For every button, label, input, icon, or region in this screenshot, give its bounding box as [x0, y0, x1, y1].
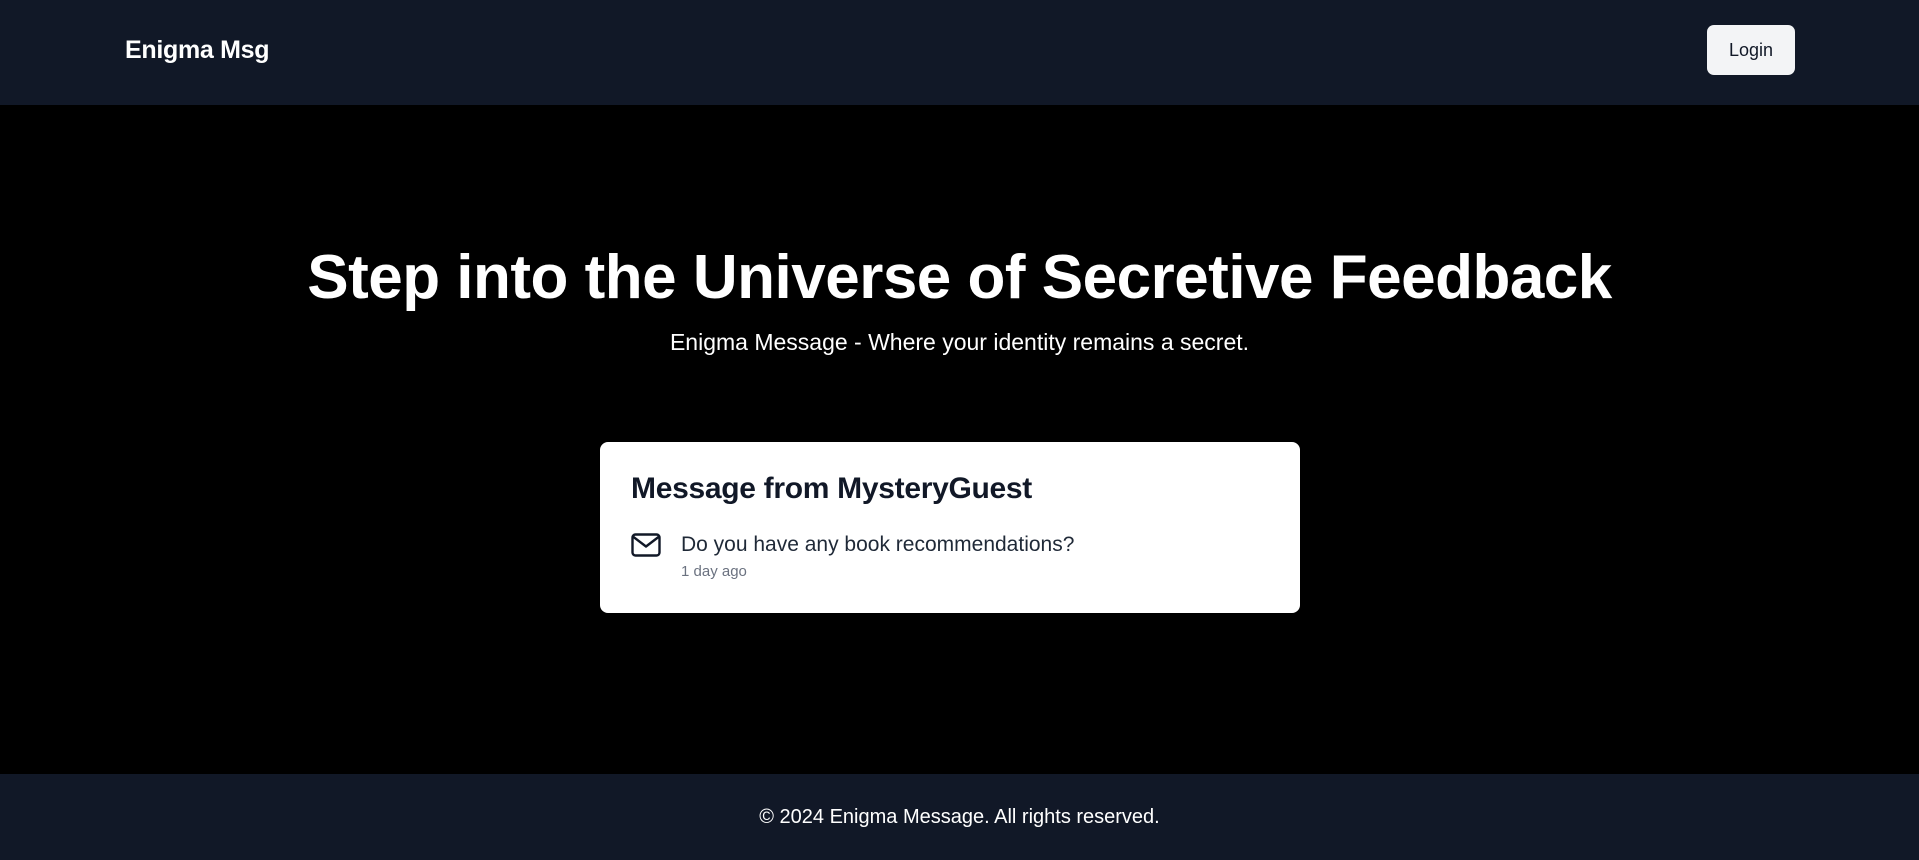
hero-subtitle: Enigma Message - Where your identity rem… — [669, 329, 1250, 355]
footer-copyright: © 2024 Enigma Message. All rights reserv… — [759, 806, 1160, 828]
hero-section: Step into the Universe of Secretive Feed… — [0, 105, 1919, 774]
top-navbar: Enigma Msg Login — [0, 0, 1919, 105]
footer: © 2024 Enigma Message. All rights reserv… — [0, 774, 1919, 860]
login-button[interactable]: Login — [1707, 25, 1795, 75]
hero-title: Step into the Universe of Secretive Feed… — [307, 243, 1612, 312]
message-content: Do you have any book recommendations? — [681, 533, 1075, 556]
mail-icon — [631, 533, 661, 557]
message-card-title: Message from MysteryGuest — [631, 472, 1032, 505]
brand-logo-text[interactable]: Enigma Msg — [125, 34, 270, 66]
message-card: Message from MysteryGuest Do you have an… — [600, 442, 1300, 613]
message-timestamp: 1 day ago — [681, 563, 747, 580]
